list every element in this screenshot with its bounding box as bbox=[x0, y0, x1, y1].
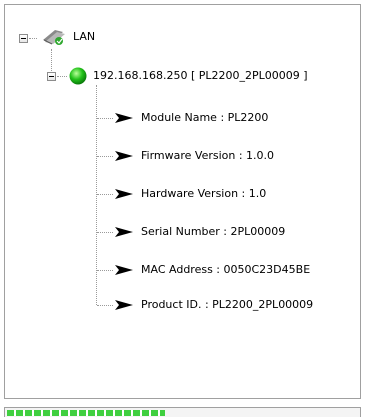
progress-bar-fill bbox=[7, 410, 165, 416]
green-status-icon bbox=[69, 67, 87, 85]
arrow-right-icon bbox=[115, 151, 133, 161]
status-bar bbox=[4, 407, 361, 417]
device-tree: LAN 192.168.168.250 [ PL2200_2PL00009 ] bbox=[5, 5, 360, 398]
arrow-right-icon bbox=[115, 265, 133, 275]
property-item[interactable]: Hardware Version : 1.0 bbox=[115, 185, 266, 203]
property-label: Module Name : PL2200 bbox=[141, 111, 269, 124]
tree-line bbox=[57, 76, 67, 77]
collapse-lan-toggle[interactable] bbox=[19, 34, 28, 43]
property-item[interactable]: Firmware Version : 1.0.0 bbox=[115, 147, 274, 165]
tree-line bbox=[97, 118, 113, 119]
tree-node-device-label: 192.168.168.250 [ PL2200_2PL00009 ] bbox=[93, 69, 308, 82]
device-tree-panel: LAN 192.168.168.250 [ PL2200_2PL00009 ] bbox=[4, 4, 361, 399]
tree-node-lan-label: LAN bbox=[73, 30, 96, 43]
tree-line bbox=[97, 270, 113, 271]
property-item[interactable]: MAC Address : 0050C23D45BE bbox=[115, 261, 310, 279]
arrow-right-icon bbox=[115, 300, 133, 310]
collapse-device-toggle[interactable] bbox=[47, 72, 56, 81]
tree-line bbox=[97, 156, 113, 157]
tree-node-device[interactable]: 192.168.168.250 [ PL2200_2PL00009 ] bbox=[69, 67, 308, 85]
tree-line bbox=[51, 49, 52, 71]
tree-line bbox=[29, 38, 37, 39]
arrow-right-icon bbox=[115, 227, 133, 237]
arrow-right-icon bbox=[115, 189, 133, 199]
property-item[interactable]: Serial Number : 2PL00009 bbox=[115, 223, 285, 241]
tree-line bbox=[97, 194, 113, 195]
arrow-right-icon bbox=[115, 113, 133, 123]
property-item[interactable]: Module Name : PL2200 bbox=[115, 109, 268, 127]
tree-line bbox=[97, 305, 113, 306]
property-label: MAC Address : 0050C23D45BE bbox=[141, 263, 311, 276]
property-label: Serial Number : 2PL00009 bbox=[141, 225, 286, 238]
property-item[interactable]: Product ID. : PL2200_2PL00009 bbox=[115, 296, 313, 314]
tree-line bbox=[97, 232, 113, 233]
property-label: Firmware Version : 1.0.0 bbox=[141, 149, 275, 162]
tree-node-lan[interactable]: LAN bbox=[41, 25, 95, 49]
property-label: Product ID. : PL2200_2PL00009 bbox=[141, 298, 314, 311]
network-cable-icon bbox=[43, 30, 65, 45]
property-label: Hardware Version : 1.0 bbox=[141, 187, 267, 200]
